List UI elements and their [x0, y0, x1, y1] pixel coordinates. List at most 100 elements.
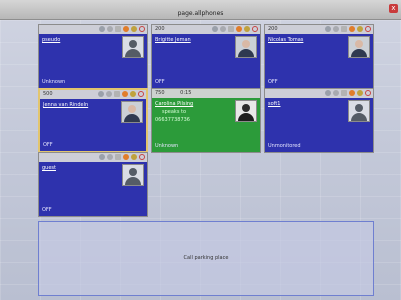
avatar-body-shape: [351, 113, 367, 121]
avatar-body-shape: [351, 49, 367, 57]
status-text: OFF: [42, 207, 52, 213]
card-toolbar: [212, 26, 258, 32]
phone-card-carolina[interactable]: 750 0:15 Carolina Pilsing speaks to 0663…: [151, 88, 261, 153]
avatar: [122, 164, 144, 186]
mute-icon[interactable]: [107, 154, 113, 160]
fire-icon[interactable]: [123, 154, 129, 160]
forward-icon[interactable]: [115, 26, 121, 32]
fire-icon[interactable]: [123, 26, 129, 32]
contact-name-link[interactable]: pseudo: [42, 37, 60, 43]
avatar-head-shape: [129, 40, 137, 48]
settings-icon[interactable]: [357, 90, 363, 96]
call-direction-text: speaks to: [162, 109, 187, 115]
ring-icon[interactable]: [138, 91, 144, 97]
forward-icon[interactable]: [114, 91, 120, 97]
settings-icon[interactable]: [244, 26, 250, 32]
call-timer: 0:15: [180, 90, 192, 96]
avatar-body-shape: [238, 49, 254, 57]
status-text: Unmonitored: [268, 143, 301, 149]
phone-icon[interactable]: [99, 26, 105, 32]
settings-icon[interactable]: [131, 26, 137, 32]
contact-name-link[interactable]: Carolina Pilsing: [155, 101, 193, 107]
contact-name-link[interactable]: guest: [42, 165, 56, 171]
avatar-head-shape: [355, 40, 363, 48]
card-toolbar: [99, 26, 145, 32]
fire-icon[interactable]: [349, 90, 355, 96]
avatar-body-shape: [124, 114, 140, 122]
card-header: [265, 89, 373, 98]
avatar-head-shape: [129, 168, 137, 176]
contact-name-link[interactable]: Nicolas Tomas: [268, 37, 303, 43]
fire-icon[interactable]: [349, 26, 355, 32]
settings-icon[interactable]: [130, 91, 136, 97]
avatar: [122, 36, 144, 58]
ring-icon[interactable]: [365, 26, 371, 32]
status-text: Unknown: [42, 79, 66, 85]
mute-icon[interactable]: [220, 26, 226, 32]
ring-icon[interactable]: [139, 26, 145, 32]
card-header: 200: [265, 25, 373, 34]
settings-icon[interactable]: [131, 154, 137, 160]
phone-card-pseudo[interactable]: pseudo Unknown: [38, 24, 148, 89]
avatar-head-shape: [355, 104, 363, 112]
forward-icon[interactable]: [341, 26, 347, 32]
avatar: [235, 100, 257, 122]
phone-icon[interactable]: [325, 26, 331, 32]
window-title: page.allphones: [177, 10, 224, 17]
mute-icon[interactable]: [106, 91, 112, 97]
phone-icon[interactable]: [99, 154, 105, 160]
phone-icon[interactable]: [325, 90, 331, 96]
fire-icon[interactable]: [122, 91, 128, 97]
card-toolbar: [98, 91, 144, 97]
phone-card-jenna[interactable]: 500 Jenna van Rindeln OFF: [38, 88, 148, 153]
card-header: [39, 153, 147, 162]
ring-icon[interactable]: [365, 90, 371, 96]
card-toolbar: [325, 90, 371, 96]
avatar: [121, 101, 143, 123]
fire-icon[interactable]: [236, 26, 242, 32]
ring-icon[interactable]: [252, 26, 258, 32]
app-root: page.allphones x pseudo Unknown 200 Brig…: [0, 0, 401, 300]
avatar-head-shape: [242, 40, 250, 48]
extension-number: 750: [155, 90, 165, 96]
card-toolbar: [325, 26, 371, 32]
status-text: OFF: [268, 79, 278, 85]
contact-name-link[interactable]: soft1: [268, 101, 280, 107]
card-header: [39, 25, 147, 34]
avatar: [348, 100, 370, 122]
phone-card-nicolas[interactable]: 200 Nicolas Tomas OFF: [264, 24, 374, 89]
card-toolbar: [99, 154, 145, 160]
call-parking-area[interactable]: Call parking place: [38, 221, 374, 296]
contact-name-link[interactable]: Brigitte Jeman: [155, 37, 191, 43]
extension-number: 200: [268, 26, 278, 32]
phone-icon[interactable]: [212, 26, 218, 32]
extension-number: 200: [155, 26, 165, 32]
avatar-head-shape: [128, 105, 136, 113]
contact-name-link[interactable]: Jenna van Rindeln: [43, 102, 88, 108]
mute-icon[interactable]: [333, 26, 339, 32]
avatar-head-shape: [242, 104, 250, 112]
status-text: OFF: [155, 79, 165, 85]
phone-card-brigitte[interactable]: 200 Brigitte Jeman OFF: [151, 24, 261, 89]
phone-icon[interactable]: [98, 91, 104, 97]
ring-icon[interactable]: [139, 154, 145, 160]
card-header: 200: [152, 25, 260, 34]
forward-icon[interactable]: [341, 90, 347, 96]
avatar-body-shape: [238, 113, 254, 121]
status-text: OFF: [43, 142, 53, 148]
caller-number: 06637738736: [155, 117, 190, 123]
avatar-body-shape: [125, 177, 141, 185]
close-icon[interactable]: x: [389, 4, 398, 13]
title-bar: page.allphones x: [0, 0, 401, 20]
extension-number: 500: [43, 91, 53, 97]
forward-icon[interactable]: [115, 154, 121, 160]
card-header: 750 0:15: [152, 89, 260, 98]
phone-card-soft1[interactable]: soft1 Unmonitored: [264, 88, 374, 153]
phone-card-guest[interactable]: guest OFF: [38, 152, 148, 217]
settings-icon[interactable]: [357, 26, 363, 32]
mute-icon[interactable]: [333, 90, 339, 96]
card-header: 500: [40, 90, 146, 99]
avatar: [348, 36, 370, 58]
mute-icon[interactable]: [107, 26, 113, 32]
forward-icon[interactable]: [228, 26, 234, 32]
